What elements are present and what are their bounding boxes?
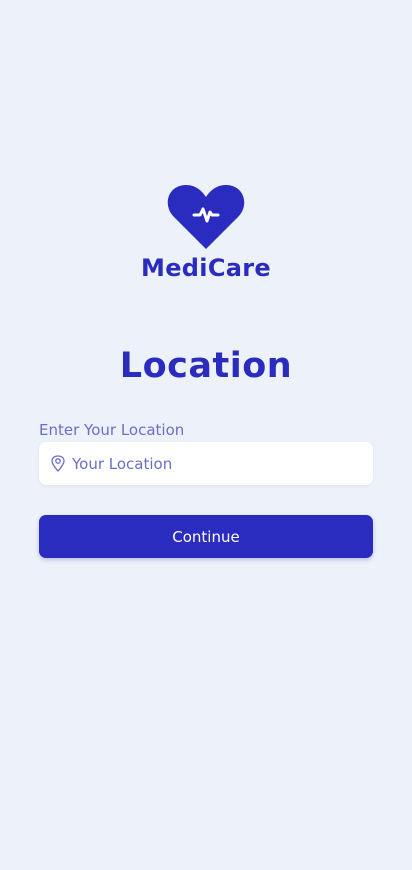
map-pin-icon [51,455,67,473]
location-field-label: Enter Your Location [39,421,185,439]
continue-button[interactable]: Continue [39,515,373,558]
heart-pulse-icon [167,185,245,249]
app-logo [0,183,412,251]
location-field[interactable] [39,442,373,485]
location-input[interactable] [72,454,342,473]
brand-name: MediCare [141,254,271,282]
page-title: Location [119,346,293,386]
